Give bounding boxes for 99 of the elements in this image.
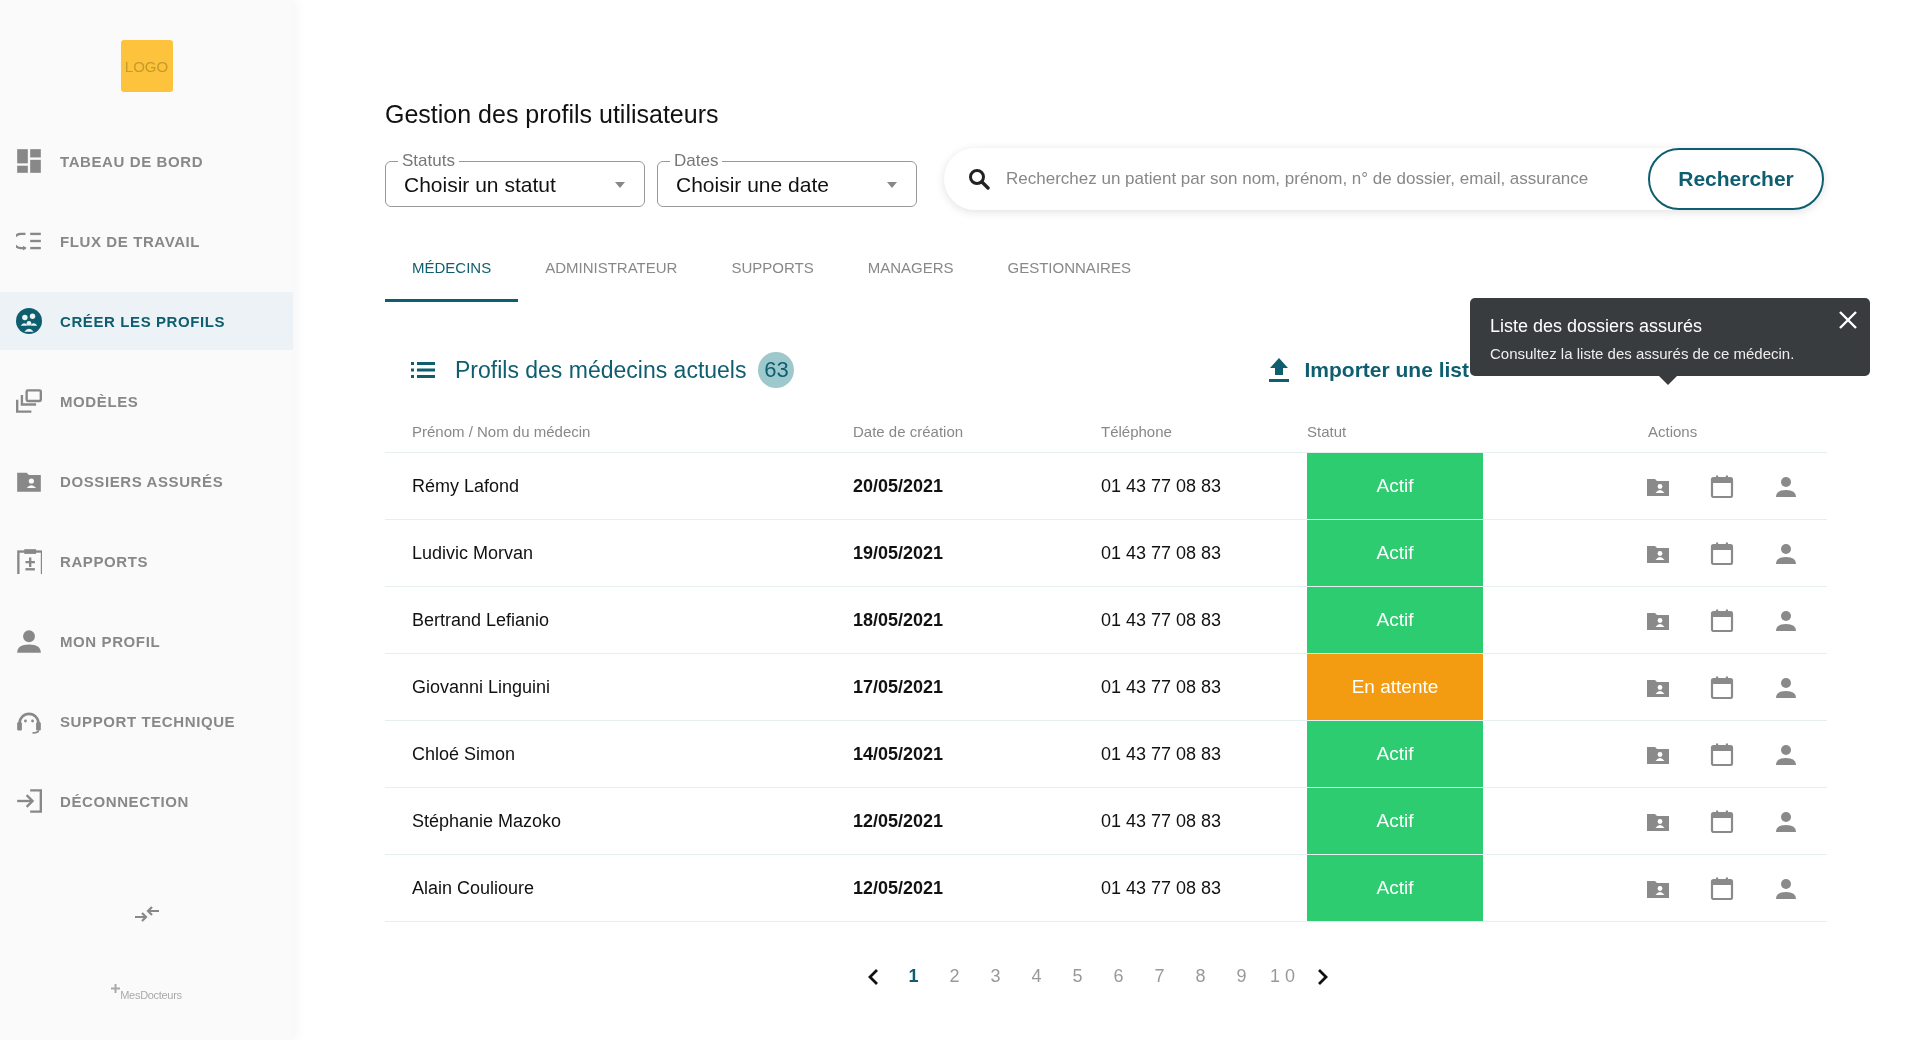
status-tag: Actif <box>1307 788 1483 854</box>
clipboard-icon <box>16 548 42 574</box>
sign-in-icon <box>16 788 42 814</box>
tooltip-title: Liste des dossiers assurés <box>1490 316 1704 337</box>
status-tag: En attente <box>1307 654 1483 720</box>
table-cell-text: 19/05/2021 <box>853 542 945 564</box>
table-cell-text: Ludivic Morvan <box>411 542 535 564</box>
people-icon <box>16 308 42 334</box>
page-link[interactable]: 4 <box>1016 966 1057 987</box>
table-cell-text: 01 43 77 08 83 <box>1101 676 1223 698</box>
collapse-arrows-icon[interactable] <box>132 904 161 924</box>
nav-item[interactable]: TABEAU DE BORD <box>0 132 293 190</box>
table-cell-text: 01 43 77 08 83 <box>1101 475 1223 497</box>
page-link[interactable]: 8 <box>1180 966 1221 987</box>
tooltip-text: Consultez la liste des assurés de ce médecin. <box>1490 345 1796 362</box>
table-cell-text: 01 43 77 08 83 <box>1101 877 1223 899</box>
nav-item[interactable]: RAPPORTS <box>0 532 293 590</box>
table-cell-text: 01 43 77 08 83 <box>1101 810 1223 832</box>
table-cell-text: Alain Coulioure <box>411 877 536 899</box>
nav-item[interactable]: DOSSIERS ASSURÉS <box>0 452 293 510</box>
nav-item[interactable]: DÉCONNECTION <box>0 772 293 830</box>
calendar-icon <box>1710 608 1734 632</box>
nav-item[interactable]: MON PROFIL <box>0 612 293 670</box>
status-tag: Actif <box>1307 587 1483 653</box>
person-icon <box>1774 474 1798 498</box>
stacked-windows-icon <box>16 388 42 414</box>
page-link[interactable]: 9 <box>1221 966 1262 987</box>
calendar-icon <box>1710 809 1734 833</box>
page-link[interactable]: 3 <box>975 966 1016 987</box>
page-link[interactable]: 1 <box>893 966 934 987</box>
column-header: Statut <box>1307 422 1348 440</box>
table-cell-text: Chloé Simon <box>411 743 517 765</box>
nav-item[interactable]: SUPPORT TECHNIQUE <box>0 692 293 750</box>
table-cell-text: 18/05/2021 <box>853 609 945 631</box>
table-cell-text: 01 43 77 08 83 <box>1101 609 1223 631</box>
table-cell-text: 17/05/2021 <box>853 676 945 698</box>
page-title: Gestion des profils utilisateurs <box>385 100 720 130</box>
section-title: Profils des médecins actuels <box>455 356 747 384</box>
nav-item[interactable]: FLUX DE TRAVAIL <box>0 212 293 270</box>
calendar-icon <box>1710 474 1734 498</box>
close-icon <box>1838 310 1858 330</box>
status-tag: Actif <box>1307 520 1483 586</box>
table-cell-text: 12/05/2021 <box>853 877 945 899</box>
caret-icon <box>886 180 898 189</box>
table-cell-text: 20/05/2021 <box>853 475 945 497</box>
tab[interactable]: GESTIONNAIRES <box>980 258 1158 302</box>
tab[interactable]: MANAGERS <box>840 258 981 302</box>
calendar-icon <box>1710 876 1734 900</box>
status-tag: Actif <box>1307 855 1483 921</box>
table-cell-text: 12/05/2021 <box>853 810 945 832</box>
caret-icon <box>614 180 626 189</box>
column-header: Prénom / Nom du médecin <box>411 422 592 440</box>
calendar-icon <box>1710 675 1734 699</box>
search-icon <box>968 168 990 190</box>
count-badge: 63 <box>758 352 795 388</box>
chevron-right-icon[interactable] <box>1317 967 1329 986</box>
plus-icon <box>111 984 121 993</box>
calendar-icon <box>1710 541 1734 565</box>
page-link[interactable]: 6 <box>1098 966 1139 987</box>
person-icon <box>1774 809 1798 833</box>
list-icon <box>411 361 435 379</box>
nav-item[interactable]: CRÉER LES PROFILS <box>0 292 293 350</box>
status-tag: Actif <box>1307 453 1483 519</box>
tab[interactable]: SUPPORTS <box>704 258 841 302</box>
grid-icon <box>16 148 42 174</box>
table-cell-text: Stéphanie Mazoko <box>411 810 563 832</box>
nav-item[interactable]: MODÈLES <box>0 372 293 430</box>
person-icon <box>1774 541 1798 565</box>
table-cell-text: 01 43 77 08 83 <box>1101 542 1223 564</box>
search-field[interactable]: Recherchez un patient par son nom, prénom, n° de dossier, email, assurance Rechercher <box>944 148 1824 210</box>
tab[interactable]: ADMINISTRATEUR <box>518 258 705 302</box>
chevron-left-icon[interactable] <box>867 967 879 986</box>
table-cell-text: Rémy Lafond <box>411 475 521 497</box>
column-header: Actions <box>1647 422 1699 440</box>
calendar-icon <box>1710 742 1734 766</box>
page-link[interactable]: 7 <box>1139 966 1180 987</box>
table-cell-text: 14/05/2021 <box>853 743 945 765</box>
person-icon <box>1774 742 1798 766</box>
person-icon <box>1774 876 1798 900</box>
page-link[interactable]: 5 <box>1057 966 1098 987</box>
import-link[interactable]: Importer une list <box>1268 357 1469 383</box>
brand-name: MesDocteurs <box>120 989 182 1001</box>
tab[interactable]: MÉDECINS <box>385 258 519 302</box>
column-header: Date de création <box>853 422 965 440</box>
page-link[interactable]: 1 0 <box>1262 966 1303 987</box>
status-tag: Actif <box>1307 721 1483 787</box>
person-icon <box>1774 608 1798 632</box>
person-icon <box>16 628 42 654</box>
close-button[interactable] <box>1838 310 1858 330</box>
table-cell-text: Bertrand Lefianio <box>411 609 551 631</box>
person-icon <box>1774 675 1798 699</box>
table-cell-text: Giovanni Linguini <box>411 676 552 698</box>
filter-dropdown[interactable]: Dates Choisir une date <box>657 151 917 207</box>
upload-icon <box>1268 357 1291 383</box>
search-button[interactable]: Rechercher <box>1648 148 1824 210</box>
filter-dropdown[interactable]: Statuts Choisir un statut <box>385 151 645 207</box>
column-header: Téléphone <box>1101 422 1173 440</box>
table-cell-text: 01 43 77 08 83 <box>1101 743 1223 765</box>
page-link[interactable]: 2 <box>934 966 975 987</box>
